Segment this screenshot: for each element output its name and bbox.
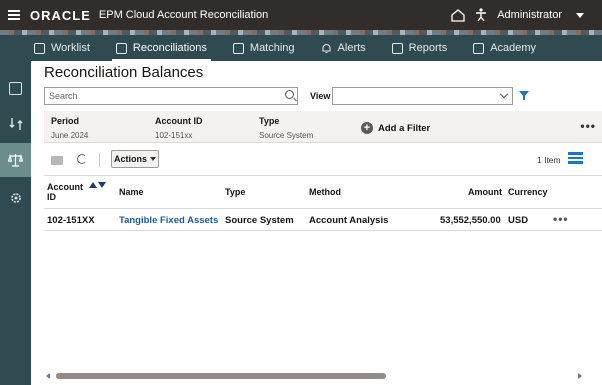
rail-item-settings[interactable] bbox=[0, 181, 31, 215]
top-header: ORACLE EPM Cloud Account Reconciliation … bbox=[0, 0, 602, 30]
tab-alerts[interactable]: Alerts bbox=[321, 35, 366, 61]
scroll-left-icon[interactable] bbox=[46, 373, 50, 379]
cell-method: Account Analysis bbox=[309, 215, 389, 226]
accessibility-icon[interactable] bbox=[475, 8, 487, 22]
filter-icon[interactable] bbox=[519, 91, 529, 100]
tab-reconciliations[interactable]: Reconciliations bbox=[111, 35, 211, 61]
tab-label: Reports bbox=[408, 42, 448, 54]
col-type[interactable]: Type bbox=[225, 187, 245, 197]
settings-cog-icon bbox=[10, 193, 21, 203]
col-account-id[interactable]: Account ID bbox=[47, 182, 83, 202]
cell-account-id: 102-151XX bbox=[47, 215, 95, 226]
list-view-icon[interactable] bbox=[568, 152, 583, 165]
rail-item-exchange[interactable] bbox=[0, 107, 31, 141]
scrollbar-thumb[interactable] bbox=[56, 373, 386, 379]
col-method[interactable]: Method bbox=[309, 187, 341, 197]
tab-label: Reconciliations bbox=[132, 42, 207, 54]
reconciliations-icon bbox=[115, 42, 127, 54]
tab-label: Worklist bbox=[51, 42, 90, 54]
sort-ascending-icon[interactable] bbox=[89, 182, 97, 188]
filter-label: Period bbox=[51, 116, 80, 126]
filter-value: June 2024 bbox=[51, 131, 89, 140]
sort-descending-icon[interactable] bbox=[98, 182, 106, 188]
actions-menu-button[interactable]: Actions bbox=[111, 150, 159, 168]
filter-label: Account ID bbox=[155, 116, 203, 126]
left-rail bbox=[0, 61, 31, 385]
sort-controls bbox=[89, 182, 106, 188]
cell-type: Source System bbox=[225, 215, 294, 226]
table-row[interactable]: 102-151XX Tangible Fixed Assets Source S… bbox=[44, 209, 602, 231]
bell-icon bbox=[321, 43, 331, 53]
page-title: Reconciliation Balances bbox=[44, 64, 204, 81]
tab-academy[interactable]: Academy bbox=[473, 35, 536, 61]
filter-bar: Period June 2024 Account ID 102-151xx Ty… bbox=[44, 111, 602, 143]
plus-circle-icon: + bbox=[361, 122, 373, 134]
user-menu[interactable]: Administrator bbox=[497, 9, 562, 21]
tab-label: Alerts bbox=[337, 42, 366, 54]
row-actions-icon[interactable]: ••• bbox=[553, 212, 569, 226]
rail-item-balances[interactable] bbox=[0, 143, 31, 177]
worklist-icon bbox=[34, 42, 45, 54]
add-filter-button[interactable]: + Add a Filter bbox=[361, 122, 430, 134]
reports-icon bbox=[391, 42, 403, 54]
cell-amount: 53,552,550.00 bbox=[440, 215, 501, 226]
app-title: EPM Cloud Account Reconciliation bbox=[98, 9, 269, 21]
brand-logo: ORACLE bbox=[30, 7, 91, 23]
tab-reports[interactable]: Reports bbox=[391, 35, 448, 61]
view-label: View bbox=[310, 91, 331, 101]
filter-value: 102-151xx bbox=[155, 131, 193, 140]
filter-value: Source System bbox=[259, 131, 314, 140]
filter-type[interactable]: Type Source System bbox=[259, 116, 313, 140]
main-content: Reconciliation Balances View Period June… bbox=[31, 61, 602, 385]
refresh-icon[interactable] bbox=[77, 154, 87, 164]
main-nav: Worklist Reconciliations Matching Alerts… bbox=[0, 35, 602, 61]
search-icon[interactable] bbox=[285, 90, 294, 99]
table-header: Account ID Name Type Method Amount Curre… bbox=[44, 175, 602, 209]
scroll-right-icon[interactable] bbox=[578, 373, 582, 379]
search-input[interactable] bbox=[49, 91, 269, 101]
tab-label: Matching bbox=[249, 42, 295, 54]
col-account-line2: ID bbox=[47, 192, 56, 202]
item-count: 1 Item bbox=[537, 155, 561, 165]
filter-period[interactable]: Period June 2024 bbox=[51, 116, 88, 140]
col-account-line1: Account bbox=[47, 182, 83, 192]
tab-matching[interactable]: Matching bbox=[232, 35, 295, 61]
more-options-icon[interactable]: ••• bbox=[580, 119, 596, 133]
table-icon bbox=[9, 81, 22, 95]
col-name[interactable]: Name bbox=[119, 187, 144, 197]
col-currency[interactable]: Currency bbox=[508, 187, 548, 197]
hamburger-menu-icon[interactable] bbox=[8, 10, 20, 20]
view-select[interactable] bbox=[332, 87, 513, 105]
search-field[interactable] bbox=[44, 87, 298, 105]
caret-down-icon bbox=[150, 157, 156, 161]
cell-currency: USD bbox=[508, 215, 529, 226]
balances-table: Account ID Name Type Method Amount Curre… bbox=[44, 175, 602, 231]
folder-icon[interactable] bbox=[51, 156, 63, 165]
table-toolbar: Actions 1 Item bbox=[44, 147, 602, 173]
balance-scale-icon bbox=[8, 153, 23, 167]
toolbar-divider bbox=[99, 153, 100, 167]
home-icon[interactable] bbox=[451, 8, 465, 22]
add-filter-label: Add a Filter bbox=[378, 122, 431, 134]
exchange-icon bbox=[9, 118, 22, 130]
col-amount[interactable]: Amount bbox=[468, 187, 502, 197]
actions-label: Actions bbox=[113, 154, 147, 164]
matching-icon bbox=[232, 42, 244, 54]
tab-label: Academy bbox=[490, 42, 537, 54]
chevron-down-icon[interactable] bbox=[576, 12, 584, 18]
filter-label: Type bbox=[259, 116, 280, 126]
horizontal-scrollbar[interactable] bbox=[44, 372, 584, 380]
cell-name-link[interactable]: Tangible Fixed Assets bbox=[119, 215, 218, 226]
chevron-down-icon bbox=[499, 89, 509, 99]
filter-account-id[interactable]: Account ID 102-151xx bbox=[155, 116, 203, 140]
tab-worklist[interactable]: Worklist bbox=[34, 35, 90, 61]
academy-icon bbox=[473, 42, 485, 54]
rail-item-table[interactable] bbox=[0, 71, 31, 105]
